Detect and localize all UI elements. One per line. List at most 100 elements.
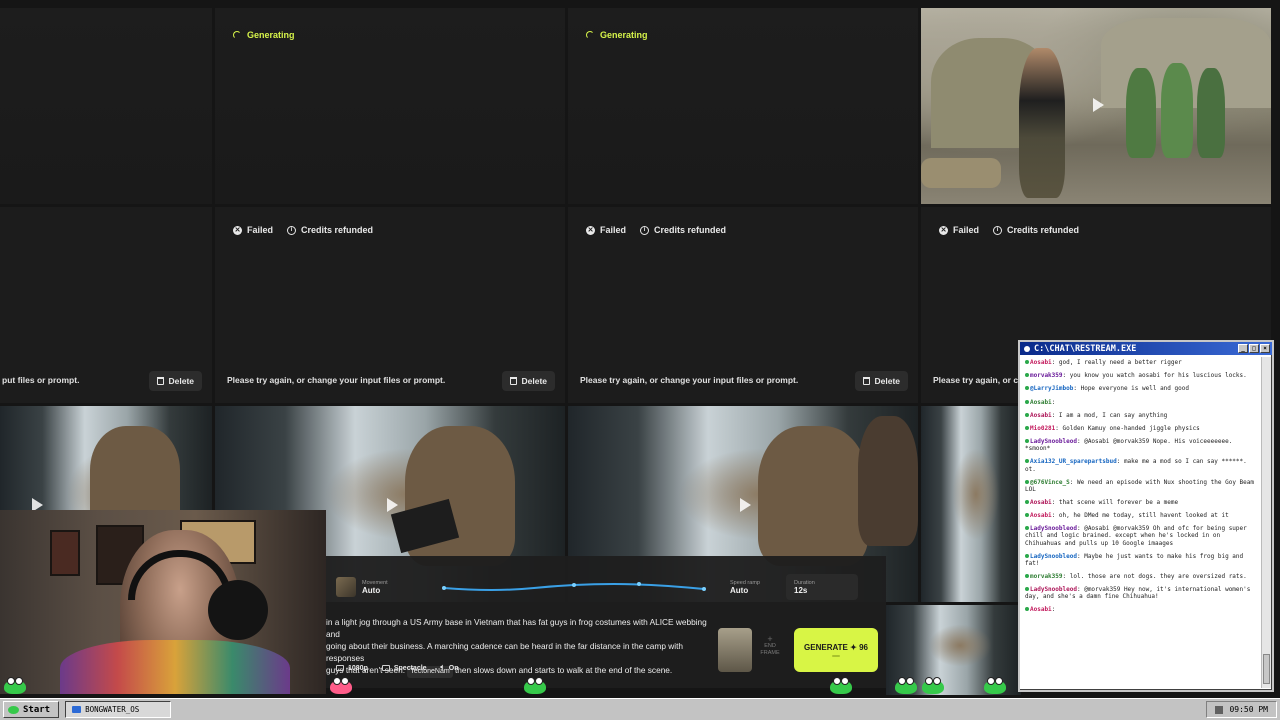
generating-status: Generating (586, 30, 648, 40)
chat-username[interactable]: Aosabi (1030, 499, 1052, 506)
trash-icon (863, 377, 871, 385)
maximize-button[interactable]: □ (1249, 344, 1259, 353)
generate-button[interactable]: GENERATE ✦ 96 (794, 628, 878, 672)
scroll-thumb[interactable] (1263, 654, 1270, 684)
chat-text: I am a mod, I can say anything (1058, 411, 1168, 419)
retry-message: Please try again, or change your input f… (227, 375, 446, 385)
video-tile-helicopter[interactable] (921, 406, 1021, 602)
chat-username[interactable]: morvak359 (1030, 372, 1063, 379)
speed-ramp-select[interactable]: Speed ramp Auto (722, 574, 778, 600)
user-badge-icon (1025, 386, 1029, 391)
failed-icon: ✕ (233, 225, 242, 235)
end-frame-slot[interactable]: + END FRAME (758, 634, 782, 668)
chat-username[interactable]: Aosabi (1030, 399, 1052, 406)
frog-sticker (922, 677, 944, 694)
delete-button[interactable]: Delete (502, 371, 555, 391)
frog-costume-figure (1197, 68, 1225, 158)
trash-icon (510, 377, 518, 385)
shirt (60, 640, 290, 694)
chat-window[interactable]: C:\CHAT\RESTREAM.EXE _ □ × Aosabi: god, … (1018, 340, 1274, 692)
delete-button[interactable]: Delete (855, 371, 908, 391)
chat-username[interactable]: Mio0281 (1030, 425, 1055, 432)
sound-option[interactable]: 🔈︎ On (441, 664, 459, 672)
chat-username[interactable]: morvak359 (1030, 573, 1063, 580)
user-badge-icon (1025, 587, 1029, 592)
generation-options: 1080p Spectacle 🔈︎ On (336, 664, 458, 672)
start-frame-thumbnail[interactable] (718, 628, 752, 672)
minimize-button[interactable]: _ (1238, 344, 1248, 353)
chat-username[interactable]: LadySnoobleod (1030, 586, 1077, 593)
generate-subtext (832, 655, 840, 657)
frog-sticker (984, 677, 1006, 694)
generating-status: Generating (233, 30, 295, 40)
microphone (208, 580, 268, 640)
play-icon[interactable] (740, 498, 751, 512)
style-icon (381, 665, 390, 671)
movement-select[interactable]: Movement Auto (336, 577, 426, 597)
start-button[interactable]: Start (3, 701, 60, 718)
user-badge-icon (1025, 499, 1029, 504)
speed-curve[interactable] (434, 574, 714, 600)
user-badge-icon (1025, 607, 1029, 612)
chat-message: Aosabi: (1025, 399, 1257, 406)
user-badge-icon (1025, 459, 1029, 464)
chat-username[interactable]: Aosabi (1030, 606, 1052, 613)
soldier-figure (1019, 48, 1065, 198)
spinner-icon (586, 31, 594, 39)
taskbar: Start BONGWATER_OS 09:50 PM (0, 698, 1280, 720)
user-badge-icon (1025, 373, 1029, 378)
video-tile-failed[interactable]: put files or prompt. Delete (0, 207, 212, 403)
video-tile-camp[interactable] (921, 8, 1271, 204)
user-badge-icon (1025, 412, 1029, 417)
frog-sticker (895, 677, 917, 694)
chat-message: Aosabi: that scene will forever be a mem… (1025, 499, 1257, 506)
screen: Generating Generating put files or promp… (0, 0, 1280, 720)
video-tile-failed[interactable]: ✕ Failed i Credits refunded Please try aga… (568, 207, 918, 403)
chat-titlebar[interactable]: C:\CHAT\RESTREAM.EXE _ □ × (1020, 342, 1272, 355)
play-icon[interactable] (387, 498, 398, 512)
chat-username[interactable]: @LarryJimbob (1030, 385, 1073, 392)
delete-button[interactable]: Delete (149, 371, 202, 391)
style-option[interactable]: Spectacle (381, 665, 427, 672)
chat-username[interactable]: @676Vince_S (1030, 479, 1070, 486)
frog-icon (8, 705, 19, 714)
plus-icon: + (767, 634, 773, 644)
spinner-icon (233, 31, 241, 39)
duration-select[interactable]: Duration 12s (786, 574, 858, 600)
close-button[interactable]: × (1260, 344, 1270, 353)
retry-message: Please try again, or change your input f… (580, 375, 799, 385)
chat-text: oh, he DMed me today, still havent looke… (1058, 512, 1229, 520)
chat-message: @LarryJimbob: Hope everyone is well and … (1025, 385, 1257, 392)
frog-sticker (524, 677, 546, 694)
chat-username[interactable]: LadySnoobleod (1030, 438, 1077, 445)
chat-username[interactable]: Aosabi (1030, 359, 1052, 366)
chat-username[interactable]: Aosabi (1030, 412, 1052, 419)
prompt-panel: Movement Auto Speed ramp Auto Duration 1… (326, 556, 886, 688)
chat-message: @676Vince_S: We need an episode with Nux… (1025, 478, 1254, 493)
video-tile-failed[interactable]: ✕ Failed i Credits refunded Please try aga… (215, 207, 565, 403)
chat-message: LadySnoobleod: Maybe he just wants to ma… (1025, 552, 1244, 567)
chat-username[interactable]: Aosabi (1030, 512, 1052, 519)
resolution-option[interactable]: 1080p (336, 665, 368, 672)
chat-username[interactable]: Axia132_UR_sparepartsbud (1030, 458, 1117, 465)
frog-sticker (330, 677, 352, 694)
speaker-icon[interactable] (1215, 705, 1224, 714)
video-tile-generating[interactable]: Generating (568, 8, 918, 204)
chat-text: that scene will forever be a meme (1058, 498, 1179, 506)
taskbar-item[interactable]: BONGWATER_OS (65, 701, 172, 718)
wall-poster (50, 530, 80, 576)
play-icon[interactable] (1093, 98, 1104, 112)
panel-controls: Movement Auto Speed ramp Auto Duration 1… (336, 574, 876, 600)
failure-status: ✕ Failed i Credits refunded (939, 225, 1080, 235)
chat-username[interactable]: LadySnoobleod (1030, 553, 1077, 560)
soldier-figure (758, 426, 868, 566)
frog-sticker (830, 677, 852, 694)
chat-scrollbar[interactable] (1261, 357, 1271, 688)
clock: 09:50 PM (1229, 705, 1268, 714)
chat-message: morvak359: you know you watch aosabi for… (1025, 372, 1257, 379)
video-tile-generating[interactable]: Generating (215, 8, 565, 204)
chat-text: Golden Kamuy one-handed jiggle physics (1062, 424, 1200, 432)
video-tile-empty[interactable] (0, 8, 212, 204)
frog-costume-figure (1161, 63, 1193, 158)
chat-username[interactable]: LadySnoobleod (1030, 525, 1077, 532)
